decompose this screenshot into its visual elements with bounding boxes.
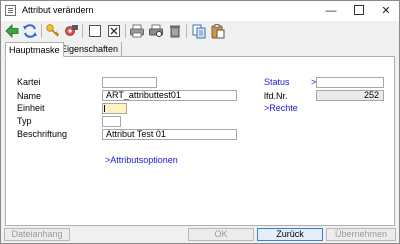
settings-icon[interactable] bbox=[63, 23, 79, 39]
uebernehmen-button[interactable]: Übernehmen bbox=[326, 228, 396, 241]
toolbar-separator bbox=[41, 24, 42, 38]
print-preview-icon[interactable] bbox=[148, 23, 164, 39]
lfd-nr-label: lfd.Nr. bbox=[264, 91, 288, 101]
tab-hauptmaske[interactable]: Hauptmaske bbox=[5, 42, 64, 57]
toolbar-separator bbox=[82, 24, 83, 38]
delete-page-icon[interactable] bbox=[106, 23, 122, 39]
typ-field[interactable] bbox=[102, 116, 121, 127]
ok-button[interactable]: OK bbox=[188, 228, 254, 241]
kartei-label: Kartei bbox=[17, 77, 41, 87]
trash-icon[interactable] bbox=[167, 23, 183, 39]
key-icon[interactable] bbox=[45, 23, 61, 39]
maximize-button[interactable] bbox=[346, 1, 372, 21]
einheit-label: Einheit bbox=[17, 103, 45, 113]
title-bar: Attribut verändern — ✕ bbox=[1, 1, 399, 21]
printer-icon[interactable] bbox=[129, 23, 145, 39]
status-field[interactable] bbox=[316, 77, 384, 88]
beschriftung-label: Beschriftung bbox=[17, 129, 68, 139]
app-icon bbox=[5, 5, 16, 16]
einheit-field[interactable] bbox=[102, 103, 127, 114]
name-field[interactable]: ART_attributtest01 bbox=[102, 90, 237, 101]
status-label: Status bbox=[264, 77, 290, 87]
name-label: Name bbox=[17, 91, 42, 101]
tab-eigenschaften[interactable]: Eigenschaften bbox=[58, 42, 123, 56]
kartei-field[interactable] bbox=[102, 77, 157, 88]
close-button[interactable]: ✕ bbox=[373, 1, 399, 21]
arrow-left-icon[interactable] bbox=[4, 23, 20, 39]
zurueck-button[interactable]: Zurück bbox=[257, 228, 323, 241]
toolbar-separator bbox=[186, 24, 187, 38]
typ-label: Typ bbox=[17, 116, 32, 126]
beschriftung-field[interactable]: Attribut Test 01 bbox=[102, 129, 237, 140]
dateianhang-button[interactable]: Dateianhang bbox=[4, 228, 70, 241]
lfd-nr-field: 252 bbox=[316, 90, 384, 101]
paste-icon[interactable] bbox=[210, 23, 226, 39]
tab-strip: Hauptmaske Eigenschaften bbox=[5, 42, 397, 57]
minimize-button[interactable]: — bbox=[318, 1, 344, 21]
dialog-window: Attribut verändern — ✕ Hauptmaske Eigens… bbox=[0, 0, 400, 244]
refresh-icon[interactable] bbox=[22, 23, 38, 39]
footer-bar: Dateianhang OK Zurück Übernehmen bbox=[1, 226, 399, 243]
main-form-panel: Kartei Name ART_attributtest01 Einheit T… bbox=[5, 56, 395, 226]
text-caret bbox=[104, 105, 105, 112]
blank-page-icon[interactable] bbox=[87, 23, 103, 39]
maximize-icon bbox=[354, 5, 364, 16]
rechte-link[interactable]: >Rechte bbox=[264, 103, 298, 113]
toolbar-separator bbox=[125, 24, 126, 38]
attributsoptionen-link[interactable]: >Attributsoptionen bbox=[105, 155, 178, 165]
copy-icon[interactable] bbox=[191, 23, 207, 39]
window-title: Attribut verändern bbox=[22, 5, 94, 15]
toolbar bbox=[1, 21, 399, 41]
